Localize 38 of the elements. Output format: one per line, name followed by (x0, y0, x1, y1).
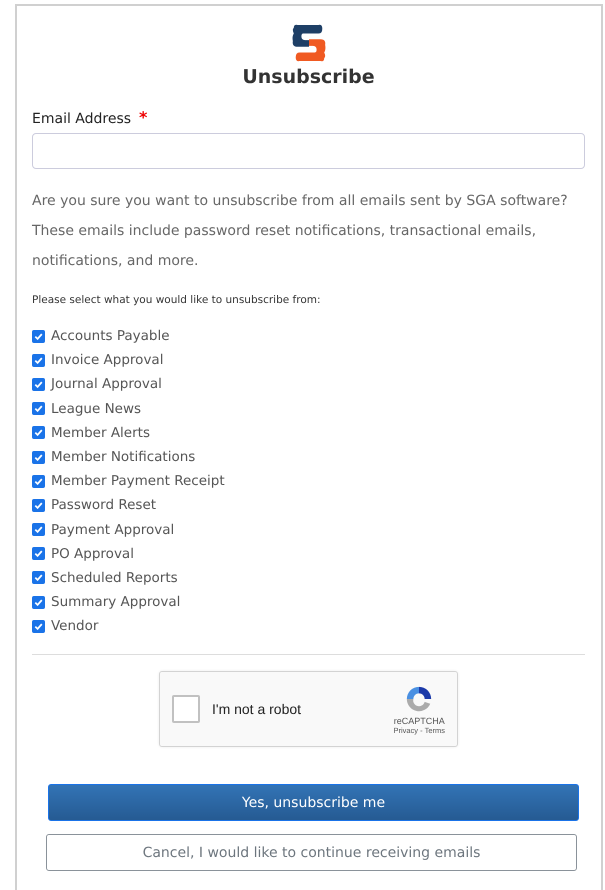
required-mark: * (139, 108, 148, 127)
checkbox[interactable] (32, 547, 45, 560)
option-label: Scheduled Reports (51, 570, 178, 586)
checkbox[interactable] (32, 523, 45, 536)
checkbox[interactable] (32, 474, 45, 488)
option-label: League News (51, 400, 142, 417)
checkbox[interactable] (32, 498, 45, 512)
option-label: Password Reset (51, 497, 156, 514)
option-label: Vendor (51, 618, 98, 634)
checkbox[interactable] (32, 426, 45, 440)
option-label: Payment Approval (51, 522, 174, 538)
field-label: Email Address (32, 111, 132, 127)
checkbox[interactable] (32, 571, 45, 584)
checkbox[interactable] (32, 402, 45, 416)
page-title: Unsubscribe (242, 66, 375, 88)
cancel-button[interactable]: Cancel, I would like to continue receiving emails (46, 834, 577, 872)
intro-paragraph: Are you sure you want to unsubscribe from all emails sent by SGA software? These emails include password reset notifications, transactional emails, notifications, and more. (32, 192, 569, 271)
checkbox[interactable] (32, 330, 45, 343)
select-prompt: Please select what you would like to unsubscribe from: (32, 294, 322, 306)
option-label: Member Notifications (51, 449, 196, 466)
option-label: Member Payment Receipt (51, 473, 225, 490)
logo-icon (290, 24, 328, 62)
captcha-label: I'm not a robot (212, 701, 302, 718)
checkbox[interactable] (32, 596, 45, 609)
recaptcha-label: reCAPTCHA (394, 716, 445, 726)
captcha-checkbox[interactable] (172, 695, 200, 724)
option-label: Invoice Approval (51, 352, 164, 368)
checkbox[interactable] (32, 620, 45, 633)
checkbox[interactable] (32, 450, 45, 464)
option-label: Accounts Payable (51, 328, 170, 344)
option-label: Journal Approval (51, 376, 162, 392)
option-label: Member Alerts (51, 424, 150, 441)
unsubscribe-button[interactable]: Yes, unsubscribe me (48, 784, 579, 822)
checkbox[interactable] (32, 378, 45, 391)
option-label: PO Approval (51, 546, 134, 562)
email-input-field[interactable] (32, 133, 585, 169)
option-label: Summary Approval (51, 594, 180, 610)
checkbox[interactable] (32, 354, 45, 367)
